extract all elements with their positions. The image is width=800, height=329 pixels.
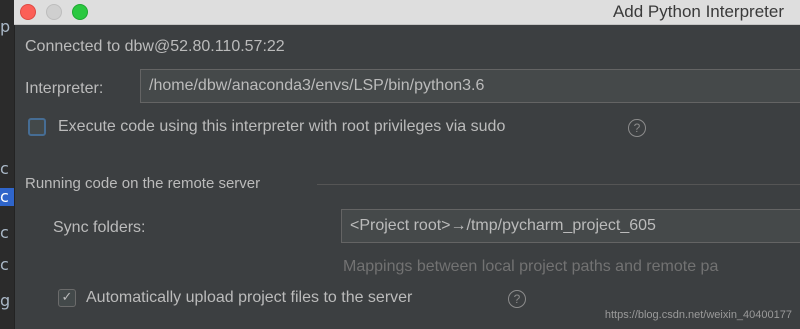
strip-glyph: c: [0, 255, 9, 274]
dialog-content: Connected to dbw@52.80.110.57:22 Interpr…: [14, 25, 800, 329]
sudo-checkbox-label[interactable]: Execute code using this interpreter with…: [58, 118, 505, 136]
help-icon[interactable]: ?: [628, 119, 646, 137]
strip-glyph: c: [0, 223, 9, 242]
minimize-button[interactable]: [46, 4, 62, 20]
check-icon: ✓: [61, 290, 73, 305]
window-title: Add Python Interpreter: [612, 2, 784, 21]
interpreter-label: Interpreter:: [25, 80, 104, 97]
sync-folders-label: Sync folders:: [53, 219, 146, 236]
remote-section-title: Running code on the remote server: [25, 175, 261, 192]
auto-upload-label[interactable]: Automatically upload project files to th…: [86, 289, 412, 307]
interpreter-path-input[interactable]: /home/dbw/anaconda3/envs/LSP/bin/python3…: [140, 69, 800, 103]
sudo-checkbox[interactable]: [28, 118, 46, 136]
sync-folders-hint: Mappings between local project paths and…: [343, 258, 719, 275]
background-ide-strip: p c c c c g: [0, 0, 15, 329]
strip-glyph: p: [0, 17, 11, 36]
watermark: https://blog.csdn.net/weixin_40400177: [604, 309, 792, 321]
title-bar: Add Python Interpreter: [14, 0, 800, 25]
strip-glyph: g: [0, 291, 11, 310]
close-button[interactable]: [20, 4, 36, 20]
auto-upload-checkbox[interactable]: ✓: [58, 289, 76, 307]
sync-folders-input[interactable]: <Project root>→/tmp/pycharm_project_605: [341, 209, 800, 243]
section-divider: [317, 184, 800, 185]
connection-status: Connected to dbw@52.80.110.57:22: [25, 38, 285, 55]
strip-glyph-selected: c: [0, 188, 14, 206]
add-python-interpreter-dialog: p c c c c g Add Python Interpreter Conne…: [0, 0, 800, 329]
help-icon[interactable]: ?: [508, 290, 526, 308]
strip-glyph: c: [0, 159, 9, 178]
maximize-button[interactable]: [72, 4, 88, 20]
